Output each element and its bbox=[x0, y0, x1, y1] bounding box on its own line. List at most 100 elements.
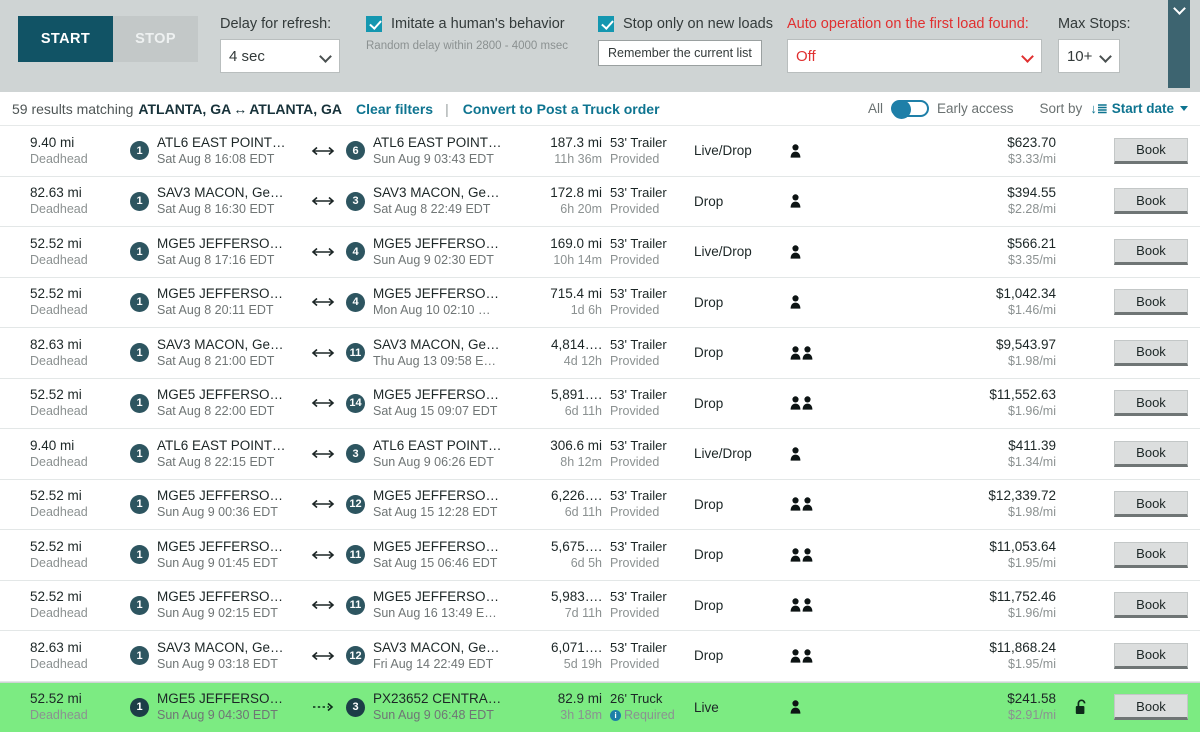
book-button[interactable]: Book bbox=[1114, 390, 1188, 417]
table-row[interactable]: 82.63 mi Deadhead 1 SAV3 MACON, Ge… Sat Aug … bbox=[0, 176, 1200, 227]
book-cell: Book bbox=[1102, 238, 1188, 265]
delay-select[interactable]: 4 sec bbox=[220, 39, 340, 73]
book-button[interactable]: Book bbox=[1114, 188, 1188, 215]
deadhead-distance: 52.52 mi bbox=[30, 235, 82, 251]
collapse-toolbar-scrollbar[interactable] bbox=[1168, 0, 1190, 88]
book-cell: Book bbox=[1102, 541, 1188, 568]
bidirectional-arrow-icon bbox=[311, 146, 335, 155]
load-service-type: Drop bbox=[694, 345, 724, 361]
deadhead-label: Deadhead bbox=[30, 202, 88, 217]
destination-time: Sat Aug 8 22:49 EDT bbox=[373, 202, 491, 217]
imitate-checkbox[interactable] bbox=[366, 16, 382, 32]
book-button[interactable]: Book bbox=[1114, 491, 1188, 518]
origin-time: Sun Aug 9 02:15 EDT bbox=[157, 606, 278, 621]
equipment-status: Provided bbox=[610, 454, 660, 469]
book-button[interactable]: Book bbox=[1114, 694, 1188, 721]
equipment-type: 53' Trailer bbox=[610, 185, 667, 201]
deadhead-distance: 52.52 mi bbox=[30, 488, 82, 504]
book-button[interactable]: Book bbox=[1114, 339, 1188, 366]
distance-cell: 6,071…. 5d 19h bbox=[528, 640, 602, 672]
book-cell: Book bbox=[1102, 390, 1188, 417]
equipment-status: Provided bbox=[610, 303, 660, 318]
book-button[interactable]: Book bbox=[1114, 642, 1188, 669]
stop-new-loads-checkbox-row[interactable]: Stop only on new loads bbox=[598, 16, 773, 32]
table-row[interactable]: 9.40 mi Deadhead 1 ATL6 EAST POINT… Sat Aug … bbox=[0, 126, 1200, 177]
origin-cell: 1 SAV3 MACON, Ge… Sun Aug 9 03:18 EDT bbox=[130, 640, 300, 672]
origin-stop-count-badge: 1 bbox=[130, 343, 149, 363]
direction-arrow-cell bbox=[300, 398, 346, 408]
shipper-count-cell bbox=[790, 497, 886, 511]
destination-stop-count-badge: 3 bbox=[346, 697, 365, 717]
trip-duration: 6d 11h bbox=[564, 505, 602, 520]
book-button[interactable]: Book bbox=[1114, 541, 1188, 568]
trip-distance: 6,071…. bbox=[550, 639, 602, 655]
shipper-count-cell bbox=[790, 700, 886, 714]
shipper-person-icon bbox=[790, 295, 801, 309]
table-row[interactable]: 52.52 mi Deadhead 1 MGE5 JEFFERSO… Sun Aug 9… bbox=[0, 681, 1200, 732]
max-stops-select[interactable]: 10+ bbox=[1057, 39, 1120, 73]
load-service-type: Drop bbox=[694, 496, 724, 512]
origin-cell: 1 MGE5 JEFFERSO… Sat Aug 8 17:16 EDT bbox=[130, 236, 300, 268]
max-stops-group: Max Stops: 10+ bbox=[1057, 0, 1130, 73]
start-button[interactable]: START bbox=[18, 16, 113, 62]
table-row[interactable]: 52.52 mi Deadhead 1 MGE5 JEFFERSO… Sat Aug 8… bbox=[0, 277, 1200, 328]
sort-ascending-icon: ↓≣ bbox=[1090, 100, 1108, 116]
book-button[interactable]: Book bbox=[1114, 289, 1188, 316]
convert-to-post-truck-link[interactable]: Convert to Post a Truck order bbox=[463, 101, 660, 117]
origin-name: MGE5 JEFFERSO… bbox=[157, 387, 284, 403]
remember-current-list-button[interactable]: Remember the current list bbox=[598, 40, 762, 66]
stop-button[interactable]: STOP bbox=[113, 16, 198, 62]
equipment-cell: 53' Trailer Provided bbox=[602, 640, 694, 672]
origin-time: Sat Aug 8 21:00 EDT bbox=[157, 353, 275, 368]
stop-new-loads-checkbox[interactable] bbox=[598, 16, 615, 32]
deadhead-cell: 52.52 mi Deadhead bbox=[12, 589, 130, 621]
table-row[interactable]: 52.52 mi Deadhead 1 MGE5 JEFFERSO… Sat Aug 8… bbox=[0, 227, 1200, 278]
results-origin: ATLANTA, GA bbox=[138, 100, 232, 117]
destination-stop-count-badge: 3 bbox=[346, 444, 365, 464]
direction-arrow-cell bbox=[300, 550, 346, 560]
table-row[interactable]: 52.52 mi Deadhead 1 MGE5 JEFFERSO… Sun Aug 9… bbox=[0, 580, 1200, 631]
book-button[interactable]: Book bbox=[1114, 440, 1188, 467]
distance-cell: 6,226…. 6d 11h bbox=[528, 488, 602, 520]
direction-arrow-cell bbox=[300, 702, 346, 712]
destination-stop-count-badge: 6 bbox=[346, 141, 365, 161]
one-way-dotted-arrow-icon bbox=[313, 703, 334, 712]
imitate-checkbox-row[interactable]: Imitate a human's behavior bbox=[366, 16, 568, 32]
table-row[interactable]: 82.63 mi Deadhead 1 SAV3 MACON, Ge… Sat Aug … bbox=[0, 328, 1200, 379]
direction-arrow-cell bbox=[300, 449, 346, 459]
table-row[interactable]: 82.63 mi Deadhead 1 SAV3 MACON, Ge… Sun Aug … bbox=[0, 631, 1200, 682]
shipper-person-icon bbox=[790, 447, 801, 461]
total-rate: $9,543.97 bbox=[995, 336, 1056, 352]
equipment-status: Provided bbox=[610, 404, 660, 419]
total-rate: $11,552.63 bbox=[989, 387, 1056, 403]
book-button[interactable]: Book bbox=[1114, 137, 1188, 164]
book-button[interactable]: Book bbox=[1114, 592, 1188, 619]
book-button[interactable]: Book bbox=[1114, 238, 1188, 265]
deadhead-distance: 82.63 mi bbox=[30, 185, 82, 201]
rate-cell: $1,042.34 $1.46/mi bbox=[886, 286, 1060, 318]
deadhead-label: Deadhead bbox=[30, 656, 88, 671]
destination-cell: 3 PX23652 CENTRA… Sun Aug 9 06:48 EDT bbox=[346, 691, 528, 723]
sort-by-dropdown[interactable]: ↓≣ Start date bbox=[1090, 101, 1188, 117]
early-access-toggle[interactable] bbox=[891, 100, 929, 119]
origin-name: SAV3 MACON, Ge… bbox=[157, 185, 284, 201]
destination-time: Sat Aug 15 12:28 EDT bbox=[373, 505, 498, 520]
destination-cell: 3 SAV3 MACON, Ge… Sat Aug 8 22:49 EDT bbox=[346, 185, 528, 217]
clear-filters-link[interactable]: Clear filters bbox=[356, 101, 433, 117]
caret-down-icon bbox=[1180, 106, 1188, 111]
destination-cell: 6 ATL6 EAST POINT… Sun Aug 9 03:43 EDT bbox=[346, 135, 528, 167]
load-service-type: Drop bbox=[694, 648, 724, 664]
deadhead-distance: 82.63 mi bbox=[30, 639, 82, 655]
table-row[interactable]: 52.52 mi Deadhead 1 MGE5 JEFFERSO… Sun Aug 9… bbox=[0, 530, 1200, 581]
table-row[interactable]: 52.52 mi Deadhead 1 MGE5 JEFFERSO… Sat Aug 8… bbox=[0, 378, 1200, 429]
table-row[interactable]: 52.52 mi Deadhead 1 MGE5 JEFFERSO… Sun Aug 9… bbox=[0, 479, 1200, 530]
table-row[interactable]: 9.40 mi Deadhead 1 ATL6 EAST POINT… Sat Aug … bbox=[0, 429, 1200, 480]
auto-operation-select[interactable]: Off bbox=[786, 39, 1042, 73]
bidirectional-arrow-icon bbox=[311, 348, 335, 357]
load-service-type: Drop bbox=[694, 547, 724, 563]
imitate-label: Imitate a human's behavior bbox=[391, 16, 565, 32]
destination-name: MGE5 JEFFERSO… bbox=[373, 488, 500, 504]
distance-cell: 4,814…. 4d 12h bbox=[528, 337, 602, 369]
results-destination: ATLANTA, GA bbox=[249, 100, 343, 117]
book-cell: Book bbox=[1102, 188, 1188, 215]
